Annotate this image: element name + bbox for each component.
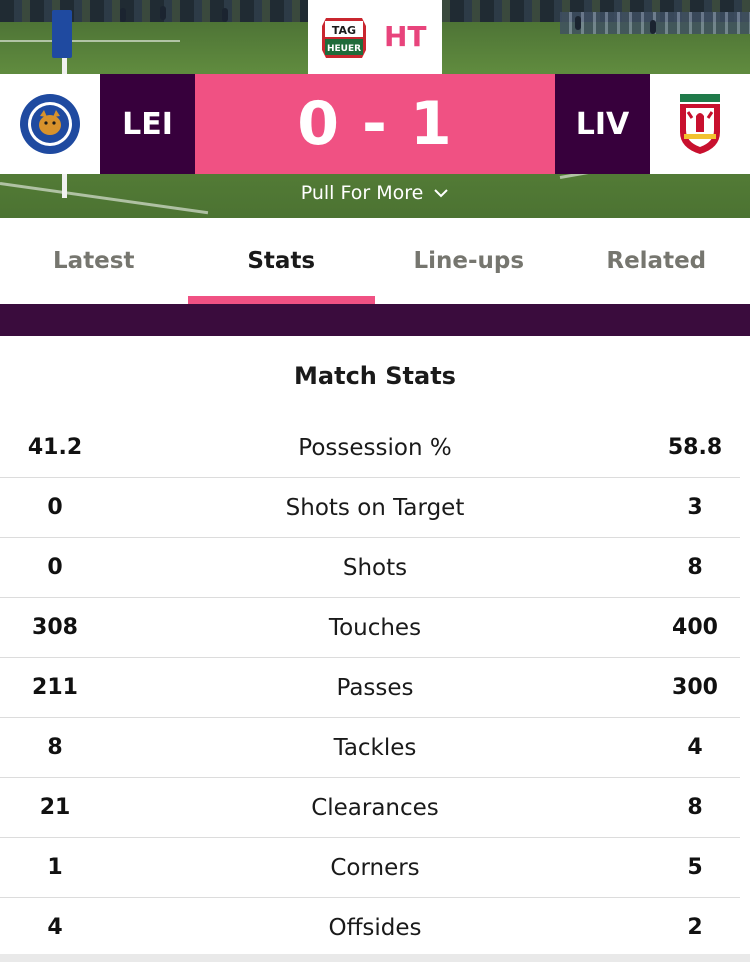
tab-line-ups[interactable]: Line-ups <box>375 218 563 304</box>
score-separator: - <box>362 89 388 159</box>
player-figure <box>120 8 126 22</box>
stat-row: 21 Clearances 8 <box>0 778 750 838</box>
stat-label: Shots <box>342 555 408 581</box>
stat-row: 308 Touches 400 <box>0 598 750 658</box>
match-tabs: Latest Stats Line-ups Related <box>0 218 750 304</box>
active-tab-indicator <box>187 296 375 304</box>
away-team-badge[interactable] <box>650 74 750 174</box>
stats-table: 41.2 Possession % 58.8 0 Shots on Target 3 0 Sh… <box>0 418 750 958</box>
player-figure <box>650 20 656 34</box>
away-stat-value: 2 <box>687 915 703 940</box>
stat-row: 41.2 Possession % 58.8 <box>0 418 750 478</box>
home-stat-value: 308 <box>32 615 78 640</box>
chevron-down-icon <box>434 189 449 198</box>
stat-label: Tackles <box>333 735 417 761</box>
tab-label: Stats <box>247 248 316 274</box>
corner-flag <box>52 10 72 58</box>
tab-label: Related <box>606 248 707 274</box>
away-stat-value: 58.8 <box>667 435 723 460</box>
svg-text:TAG: TAG <box>332 24 356 37</box>
sponsor-status-box: TAG HEUER HT <box>308 0 442 74</box>
stat-label: Passes <box>336 675 414 701</box>
stat-label: Touches <box>328 615 422 641</box>
scoreline: 0 - 1 <box>195 74 555 174</box>
tab-label: Latest <box>53 248 135 274</box>
stat-row: 211 Passes 300 <box>0 658 750 718</box>
tab-related[interactable]: Related <box>563 218 750 304</box>
pull-for-more-button[interactable]: Pull For More <box>0 182 750 204</box>
match-header: TAG HEUER HT LEI 0 - 1 LIV Pull For More <box>0 0 750 218</box>
stat-row: 0 Shots 8 <box>0 538 750 598</box>
away-stat-value: 300 <box>672 675 718 700</box>
tab-stats[interactable]: Stats <box>187 218 375 304</box>
away-stat-value: 8 <box>687 795 703 820</box>
away-stat-value: 4 <box>687 735 703 760</box>
home-stat-value: 211 <box>32 675 78 700</box>
home-stat-value: 41.2 <box>27 435 83 460</box>
stat-label: Clearances <box>311 795 439 821</box>
home-team-code: LEI <box>100 74 195 174</box>
match-stats-panel: Match Stats 41.2 Possession % 58.8 0 Shots o… <box>0 336 750 962</box>
player-figure <box>222 8 228 22</box>
stat-row: 0 Shots on Target 3 <box>0 478 750 538</box>
stat-label: Shots on Target <box>285 495 465 521</box>
bottom-edge <box>0 954 750 962</box>
home-stat-value: 8 <box>47 735 63 760</box>
home-stat-value: 4 <box>47 915 63 940</box>
tab-latest[interactable]: Latest <box>0 218 188 304</box>
away-stat-value: 5 <box>687 855 703 880</box>
liverpool-crest-icon <box>680 94 720 154</box>
leicester-city-crest-icon <box>20 94 80 154</box>
away-stat-value: 400 <box>672 615 718 640</box>
pull-for-more-label: Pull For More <box>300 182 424 204</box>
stat-label: Corners <box>330 855 420 881</box>
stat-label: Offsides <box>328 915 422 941</box>
away-stat-value: 3 <box>687 495 703 520</box>
stat-row: 1 Corners 5 <box>0 838 750 898</box>
away-stat-value: 8 <box>687 555 703 580</box>
stats-title: Match Stats <box>294 362 456 390</box>
section-divider-bar <box>0 304 750 336</box>
tag-heuer-logo-icon: TAG HEUER <box>322 18 366 58</box>
pitch-line <box>0 40 180 42</box>
player-figure <box>575 16 581 30</box>
away-team-code: LIV <box>555 74 650 174</box>
home-team-badge[interactable] <box>0 74 100 174</box>
home-stat-value: 0 <box>47 555 63 580</box>
stat-row: 4 Offsides 2 <box>0 898 750 958</box>
match-status-label: HT <box>384 20 427 53</box>
away-score: 1 <box>409 89 453 159</box>
stat-row: 8 Tackles 4 <box>0 718 750 778</box>
home-stat-value: 21 <box>39 795 71 820</box>
tab-label: Line-ups <box>413 248 525 274</box>
home-stat-value: 0 <box>47 495 63 520</box>
match-centre-page: TAG HEUER HT LEI 0 - 1 LIV Pull For More… <box>0 0 750 962</box>
svg-text:HEUER: HEUER <box>327 44 361 54</box>
home-stat-value: 1 <box>47 855 63 880</box>
player-figure <box>160 6 166 20</box>
home-score: 0 <box>297 89 341 159</box>
stat-label: Possession % <box>298 435 452 461</box>
